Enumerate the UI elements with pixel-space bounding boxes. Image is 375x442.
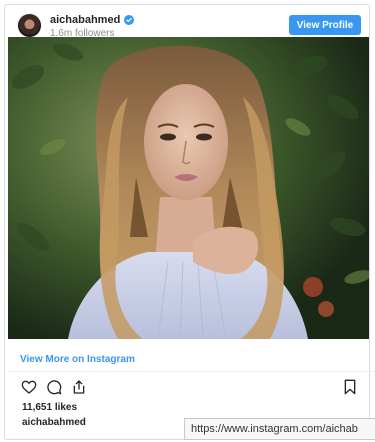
user-info: aichabahmed 1.6m followers	[50, 14, 135, 39]
verified-badge-icon	[124, 15, 135, 25]
bookmark-icon[interactable]	[343, 379, 357, 395]
comment-icon[interactable]	[46, 379, 62, 395]
post-image[interactable]	[8, 37, 369, 339]
username-link[interactable]: aichabahmed	[50, 14, 120, 26]
divider	[9, 371, 375, 372]
heart-icon[interactable]	[21, 379, 37, 395]
view-profile-button[interactable]: View Profile	[289, 15, 361, 35]
avatar[interactable]	[18, 14, 41, 37]
status-bar-url: https://www.instagram.com/aichab	[184, 418, 375, 440]
caption-username[interactable]: aichabahmed	[22, 417, 86, 428]
username-row: aichabahmed	[50, 14, 135, 26]
likes-count: 11,651 likes	[22, 402, 78, 413]
portrait-photo	[8, 37, 369, 339]
view-more-link[interactable]: View More on Instagram	[20, 354, 135, 365]
action-bar	[21, 379, 87, 397]
share-icon[interactable]	[71, 379, 87, 395]
